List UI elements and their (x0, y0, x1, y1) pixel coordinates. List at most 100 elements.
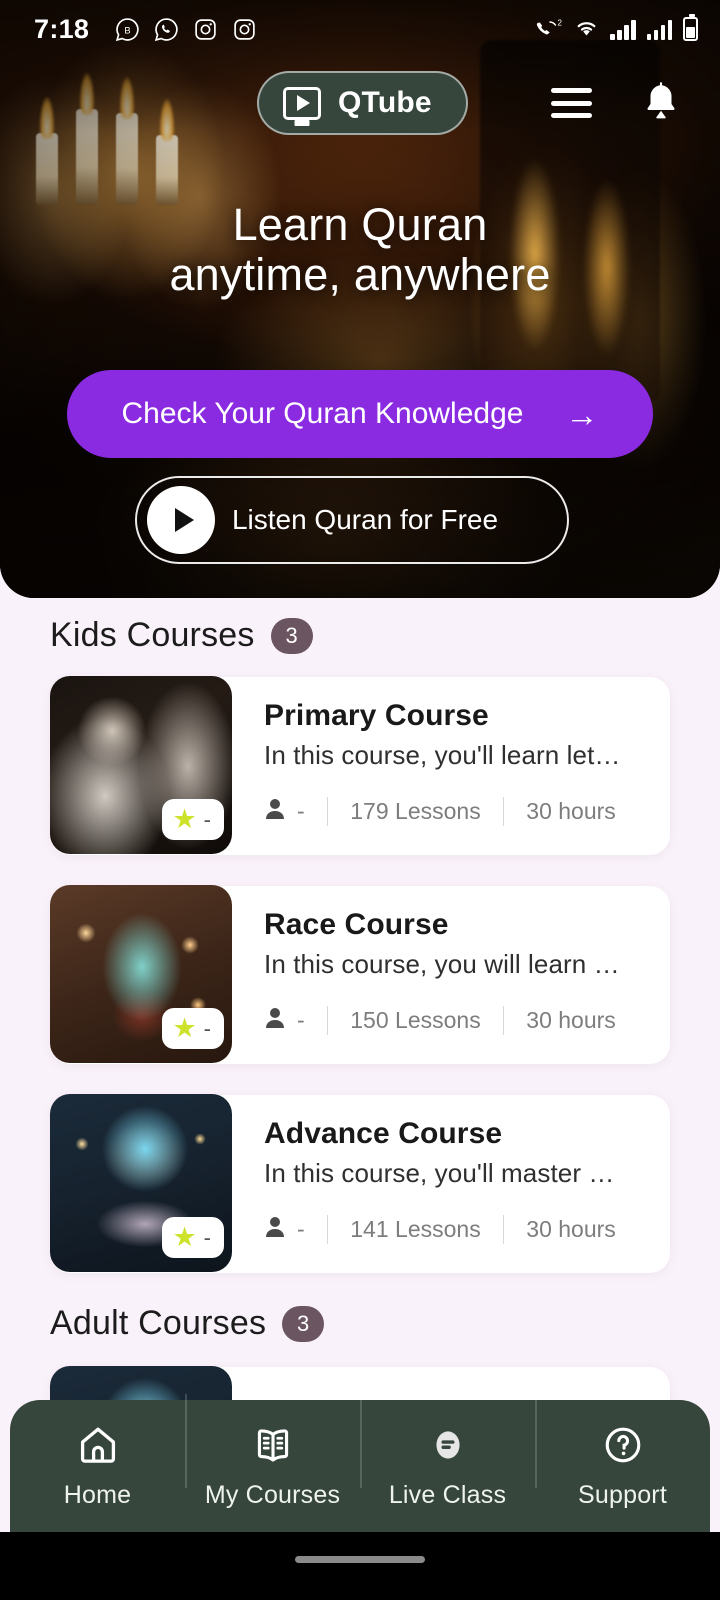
hero-title-line2: anytime, anywhere (169, 249, 551, 300)
nav-item-my-courses[interactable]: My Courses (185, 1394, 360, 1510)
hero-banner: 7:18 B 2 QTube Learn Quran anytime, anyw… (0, 0, 720, 598)
course-thumbnail: ★ - (50, 1094, 232, 1272)
instagram-icon (232, 17, 257, 42)
course-description: In this course, you will learn … (264, 949, 620, 979)
question-circle-icon (600, 1422, 646, 1468)
course-title: Primary Course (264, 699, 489, 732)
hero-title-line1: Learn Quran (232, 199, 488, 250)
section-header-kids-courses: Kids Courses 3 (50, 616, 670, 655)
star-icon: ★ (172, 1013, 197, 1043)
nav-item-live-class[interactable]: Live Class (360, 1394, 535, 1510)
course-students: - (264, 797, 305, 826)
nav-item-support[interactable]: Support (535, 1394, 710, 1510)
nav-label-my-courses: My Courses (204, 1481, 341, 1509)
section-header-adult-courses: Adult Courses 3 (50, 1304, 670, 1343)
bottom-navigation-bar: Home My Courses Live Class Support (10, 1394, 710, 1532)
open-book-icon (250, 1422, 296, 1468)
course-lessons: 179 Lessons (350, 798, 481, 824)
meta-divider (326, 1006, 329, 1035)
whatsapp-icon (154, 17, 179, 42)
course-card-body: Race Course In this course, you will lea… (232, 886, 670, 1064)
course-thumbnail: ★ - (50, 885, 232, 1063)
meta-divider (502, 797, 505, 826)
status-time: 7:18 (34, 13, 90, 44)
rating-badge: ★ - (162, 799, 224, 840)
person-icon (264, 1215, 286, 1244)
section-count-badge: 3 (282, 1305, 325, 1342)
course-students-value: - (297, 1216, 305, 1242)
course-card[interactable]: ★ - Race Course In this course, you will… (50, 885, 670, 1064)
course-students: - (264, 1006, 305, 1035)
rating-badge: ★ - (162, 1217, 224, 1258)
rating-badge: ★ - (162, 1008, 224, 1049)
meta-divider (326, 1215, 329, 1244)
status-bar-left: 7:18 B (34, 14, 257, 45)
check-quran-knowledge-label: Check Your Quran Knowledge (121, 397, 524, 430)
status-bar-right: 2 (533, 14, 698, 42)
course-meta: - 179 Lessons 30 hours (264, 797, 646, 826)
course-card[interactable]: ★ - Advance Course In this course, you'l… (50, 1094, 670, 1273)
home-icon (75, 1422, 121, 1468)
battery-icon (683, 14, 698, 41)
course-card-body: Advance Course In this course, you'll ma… (232, 1095, 670, 1273)
call-forward-2-icon: 2 (533, 17, 563, 42)
hero-title: Learn Quran anytime, anywhere (0, 200, 720, 300)
person-icon (264, 1006, 286, 1035)
course-duration: 30 hours (526, 1216, 616, 1242)
rating-value: - (203, 1224, 211, 1250)
whatsapp-business-icon: B (115, 17, 140, 42)
course-thumbnail: ★ - (50, 676, 232, 854)
person-icon (264, 797, 286, 826)
course-students: - (264, 1215, 305, 1244)
live-class-icon (425, 1422, 471, 1468)
app-bar-actions (551, 78, 682, 129)
rating-value: - (203, 1015, 211, 1041)
section-count-badge: 3 (270, 617, 313, 654)
hamburger-menu-icon[interactable] (551, 88, 592, 118)
meta-divider (502, 1006, 505, 1035)
rating-value: - (203, 806, 211, 832)
course-card[interactable]: ★ - Primary Course In this course, you'l… (50, 676, 670, 855)
course-lessons: 150 Lessons (350, 1007, 481, 1033)
course-title: Race Course (264, 908, 449, 941)
nav-item-home[interactable]: Home (10, 1422, 185, 1510)
nav-label-support: Support (578, 1481, 667, 1509)
section-title: Kids Courses (50, 616, 255, 654)
wifi-icon (574, 17, 599, 42)
meta-divider (326, 797, 329, 826)
svg-text:2: 2 (558, 18, 563, 27)
arrow-right-icon: → (565, 395, 599, 433)
gesture-home-bar[interactable] (295, 1556, 425, 1563)
system-gesture-area (0, 1532, 720, 1600)
meta-divider (502, 1215, 505, 1244)
course-students-value: - (297, 1007, 305, 1033)
video-play-icon (283, 86, 321, 120)
svg-text:B: B (125, 25, 131, 35)
signal-icon (646, 19, 672, 40)
app-bar: QTube (0, 64, 720, 142)
star-icon: ★ (172, 804, 197, 834)
course-card-body: Primary Course In this course, you'll le… (232, 677, 670, 855)
check-quran-knowledge-button[interactable]: Check Your Quran Knowledge → (67, 370, 653, 458)
status-bar: 7:18 B 2 (0, 0, 720, 58)
logo-label: QTube (338, 86, 432, 119)
nav-label-live-class: Live Class (388, 1481, 507, 1509)
course-title: Advance Course (264, 1117, 503, 1150)
course-students-value: - (297, 798, 305, 824)
listen-quran-free-button[interactable]: Listen Quran for Free (135, 476, 569, 564)
nav-label-home: Home (63, 1481, 132, 1509)
course-description: In this course, you'll master … (264, 1158, 615, 1188)
course-meta: - 141 Lessons 30 hours (264, 1215, 646, 1244)
instagram-icon (193, 17, 218, 42)
qtube-logo[interactable]: QTube (257, 71, 468, 135)
notification-bell-icon[interactable] (640, 78, 682, 129)
course-description: In this course, you'll learn let… (264, 740, 621, 770)
course-duration: 30 hours (526, 798, 616, 824)
course-duration: 30 hours (526, 1007, 616, 1033)
star-icon: ★ (172, 1222, 197, 1252)
app-screen: 7:18 B 2 QTube Learn Quran anytime, anyw… (0, 0, 720, 1600)
section-title: Adult Courses (50, 1304, 267, 1342)
signal-icon (610, 19, 636, 40)
course-meta: - 150 Lessons 30 hours (264, 1006, 646, 1035)
course-lessons: 141 Lessons (350, 1216, 481, 1242)
